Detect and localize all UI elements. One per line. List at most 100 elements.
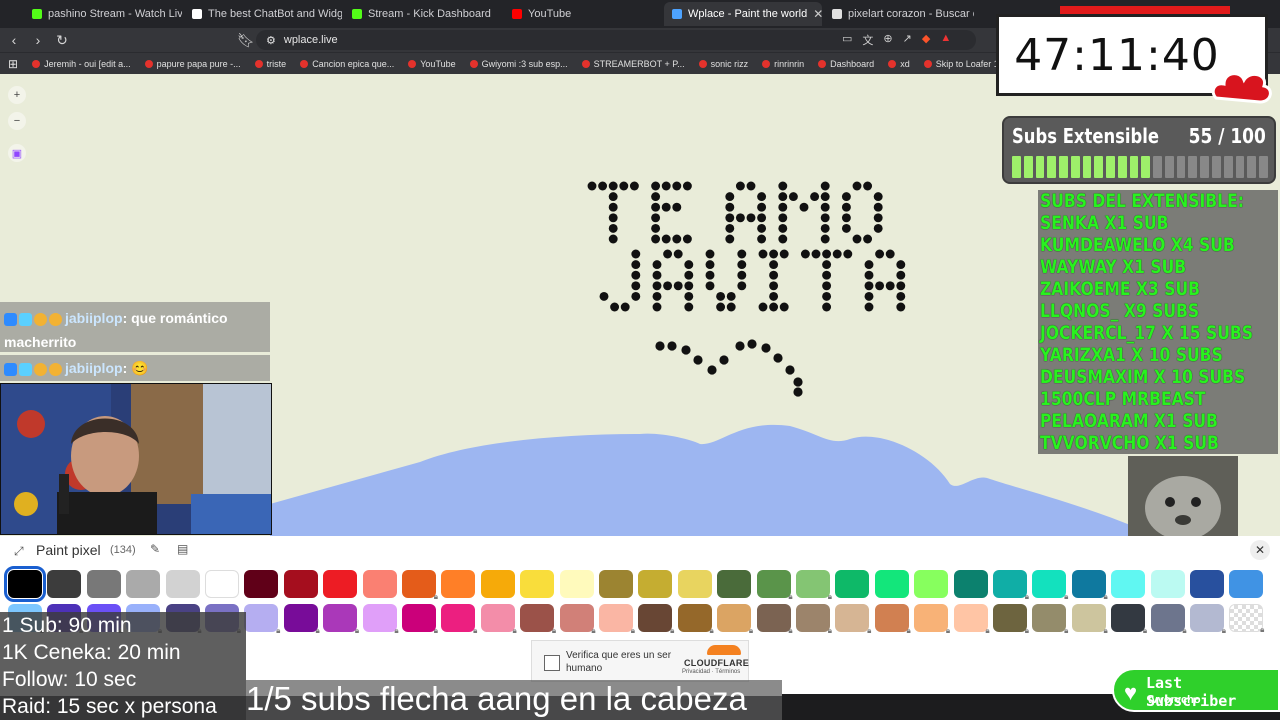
color-swatch[interactable] bbox=[86, 570, 121, 598]
site-info-icon[interactable]: ⚙︎ bbox=[266, 34, 276, 47]
share-icon[interactable]: ↗ bbox=[903, 32, 912, 48]
color-swatch[interactable] bbox=[283, 570, 318, 598]
color-swatch[interactable]: 🔒︎ bbox=[323, 604, 359, 635]
color-swatch[interactable]: 🔒︎ bbox=[993, 570, 1029, 601]
lock-icon: 🔒︎ bbox=[551, 626, 557, 635]
zoom-out-button[interactable]: − bbox=[8, 112, 26, 130]
color-swatch[interactable]: 🔒︎ bbox=[1032, 604, 1068, 635]
rewards-icon[interactable]: ▲ bbox=[940, 32, 951, 48]
browser-tab[interactable]: YouTube bbox=[504, 2, 662, 26]
color-swatch[interactable]: 🔒︎ bbox=[283, 604, 320, 635]
twitch-icon[interactable]: ▣ bbox=[8, 144, 26, 162]
bookmark-item[interactable]: STREAMERBOT + P... bbox=[581, 59, 685, 69]
bookmark-item[interactable]: rinrinrin bbox=[762, 59, 804, 69]
close-panel-button[interactable]: ✕ bbox=[1250, 540, 1270, 560]
forward-icon[interactable]: › bbox=[28, 30, 48, 50]
captcha-links[interactable]: Privacidad · Términos bbox=[682, 669, 740, 675]
color-swatch[interactable]: 🔒︎ bbox=[796, 570, 832, 601]
color-swatch[interactable]: 🔒︎ bbox=[402, 604, 438, 635]
bookmark-item[interactable]: xd bbox=[888, 59, 910, 69]
color-swatch[interactable]: 🔒︎ bbox=[993, 604, 1029, 635]
color-swatch[interactable]: 🔒︎ bbox=[559, 604, 596, 635]
color-swatch[interactable] bbox=[4, 566, 46, 602]
captcha-checkbox[interactable] bbox=[544, 655, 560, 671]
color-swatch[interactable]: 🔒︎ bbox=[677, 604, 714, 635]
close-tab-icon[interactable]: ✕ bbox=[813, 7, 822, 21]
color-swatch[interactable] bbox=[1111, 570, 1146, 598]
color-swatch[interactable] bbox=[244, 570, 279, 598]
color-swatch[interactable] bbox=[677, 570, 712, 598]
bookmark-item[interactable]: papure papa pure -... bbox=[144, 59, 241, 69]
color-swatch[interactable]: 🔒︎ bbox=[1032, 570, 1068, 601]
color-swatch[interactable] bbox=[874, 570, 909, 598]
color-swatch[interactable]: 🔒︎ bbox=[953, 604, 990, 635]
bookmark-item[interactable]: Cancion epica que... bbox=[300, 59, 394, 69]
color-swatch[interactable]: 🔒︎ bbox=[796, 604, 832, 635]
pixel-dot bbox=[672, 181, 682, 191]
color-swatch[interactable]: 🔒︎ bbox=[362, 604, 399, 635]
color-swatch[interactable]: 🔒︎ bbox=[835, 604, 871, 635]
color-swatch[interactable] bbox=[835, 570, 870, 598]
bookmark-icon[interactable]: 🔖︎ bbox=[236, 30, 256, 50]
color-swatch[interactable] bbox=[205, 570, 239, 598]
bookmark-item[interactable]: triste bbox=[254, 59, 286, 69]
color-swatch[interactable] bbox=[559, 570, 594, 598]
expand-icon[interactable]: ⤢ bbox=[14, 544, 24, 559]
color-swatch[interactable]: 🔒︎ bbox=[1071, 604, 1108, 635]
color-swatch[interactable]: 🔒︎ bbox=[638, 604, 674, 635]
bookmark-item[interactable]: sonic rizz bbox=[698, 59, 748, 69]
browser-tab[interactable]: pashino Stream - Watch Live on K bbox=[24, 2, 182, 26]
color-swatch[interactable] bbox=[1150, 570, 1185, 598]
bookmark-item[interactable]: Dashboard bbox=[818, 59, 874, 69]
color-swatch[interactable] bbox=[1190, 570, 1224, 598]
color-swatch[interactable]: 🔒︎ bbox=[1190, 604, 1226, 635]
brave-shield-icon[interactable]: ◆ bbox=[922, 32, 930, 48]
color-swatch[interactable] bbox=[126, 570, 161, 598]
back-icon[interactable]: ‹ bbox=[4, 30, 24, 50]
palette-toggle-icon[interactable]: ▤ bbox=[177, 542, 188, 556]
browser-tab[interactable]: Stream - Kick Dashboard bbox=[344, 2, 502, 26]
color-swatch[interactable] bbox=[599, 570, 633, 598]
color-swatch[interactable] bbox=[362, 570, 397, 598]
color-swatch[interactable]: 🔒︎ bbox=[1229, 604, 1264, 634]
color-swatch[interactable]: 🔒︎ bbox=[599, 604, 635, 635]
color-swatch[interactable] bbox=[717, 570, 752, 598]
color-swatch[interactable]: 🔒︎ bbox=[756, 570, 793, 601]
color-swatch[interactable]: 🔒︎ bbox=[756, 604, 793, 635]
color-swatch[interactable] bbox=[914, 570, 949, 598]
color-swatch[interactable]: 🔒︎ bbox=[1071, 570, 1108, 601]
color-swatch[interactable] bbox=[1229, 570, 1264, 598]
color-swatch[interactable] bbox=[480, 570, 515, 598]
apps-icon[interactable]: ⊞ bbox=[8, 57, 18, 71]
translate-icon[interactable]: 文 bbox=[862, 32, 873, 48]
color-swatch[interactable]: 🔒︎ bbox=[717, 604, 753, 635]
color-swatch[interactable] bbox=[323, 570, 358, 598]
bookmark-item[interactable]: YouTube bbox=[408, 59, 456, 69]
zoom-in-button[interactable]: + bbox=[8, 86, 26, 104]
reload-icon[interactable]: ↻ bbox=[52, 30, 72, 50]
color-swatch[interactable]: 🔒︎ bbox=[480, 604, 517, 635]
color-swatch[interactable]: 🔒︎ bbox=[874, 604, 911, 635]
bookmark-item[interactable]: Jeremih - oui [edit a... bbox=[32, 59, 131, 69]
pixel-dot bbox=[608, 181, 618, 191]
zoom-icon[interactable]: ⊕ bbox=[883, 32, 892, 48]
browser-tab[interactable]: The best ChatBot and Widgets for Ki bbox=[184, 2, 342, 26]
color-swatch[interactable]: 🔒︎ bbox=[441, 604, 477, 635]
install-app-icon[interactable]: ▭ bbox=[842, 32, 852, 48]
browser-tab[interactable]: pixelart corazon - Buscar con Google bbox=[824, 2, 974, 26]
color-swatch[interactable] bbox=[47, 570, 82, 598]
color-swatch[interactable]: 🔒︎ bbox=[1111, 604, 1147, 635]
browser-tab[interactable]: Wplace - Paint the world ✕ bbox=[664, 2, 822, 26]
bookmark-item[interactable]: Gwiyomi :3 sub esp... bbox=[469, 59, 568, 69]
color-swatch[interactable] bbox=[520, 570, 555, 598]
color-swatch[interactable] bbox=[165, 570, 200, 598]
color-swatch[interactable] bbox=[953, 570, 988, 598]
pencil-icon[interactable]: ✎ bbox=[150, 542, 160, 556]
color-swatch[interactable]: 🔒︎ bbox=[244, 604, 280, 635]
color-swatch[interactable] bbox=[638, 570, 673, 598]
color-swatch[interactable] bbox=[441, 570, 476, 598]
color-swatch[interactable]: 🔒︎ bbox=[402, 570, 438, 601]
color-swatch[interactable]: 🔒︎ bbox=[1150, 604, 1187, 635]
color-swatch[interactable]: 🔒︎ bbox=[914, 604, 950, 635]
color-swatch[interactable]: 🔒︎ bbox=[520, 604, 556, 635]
